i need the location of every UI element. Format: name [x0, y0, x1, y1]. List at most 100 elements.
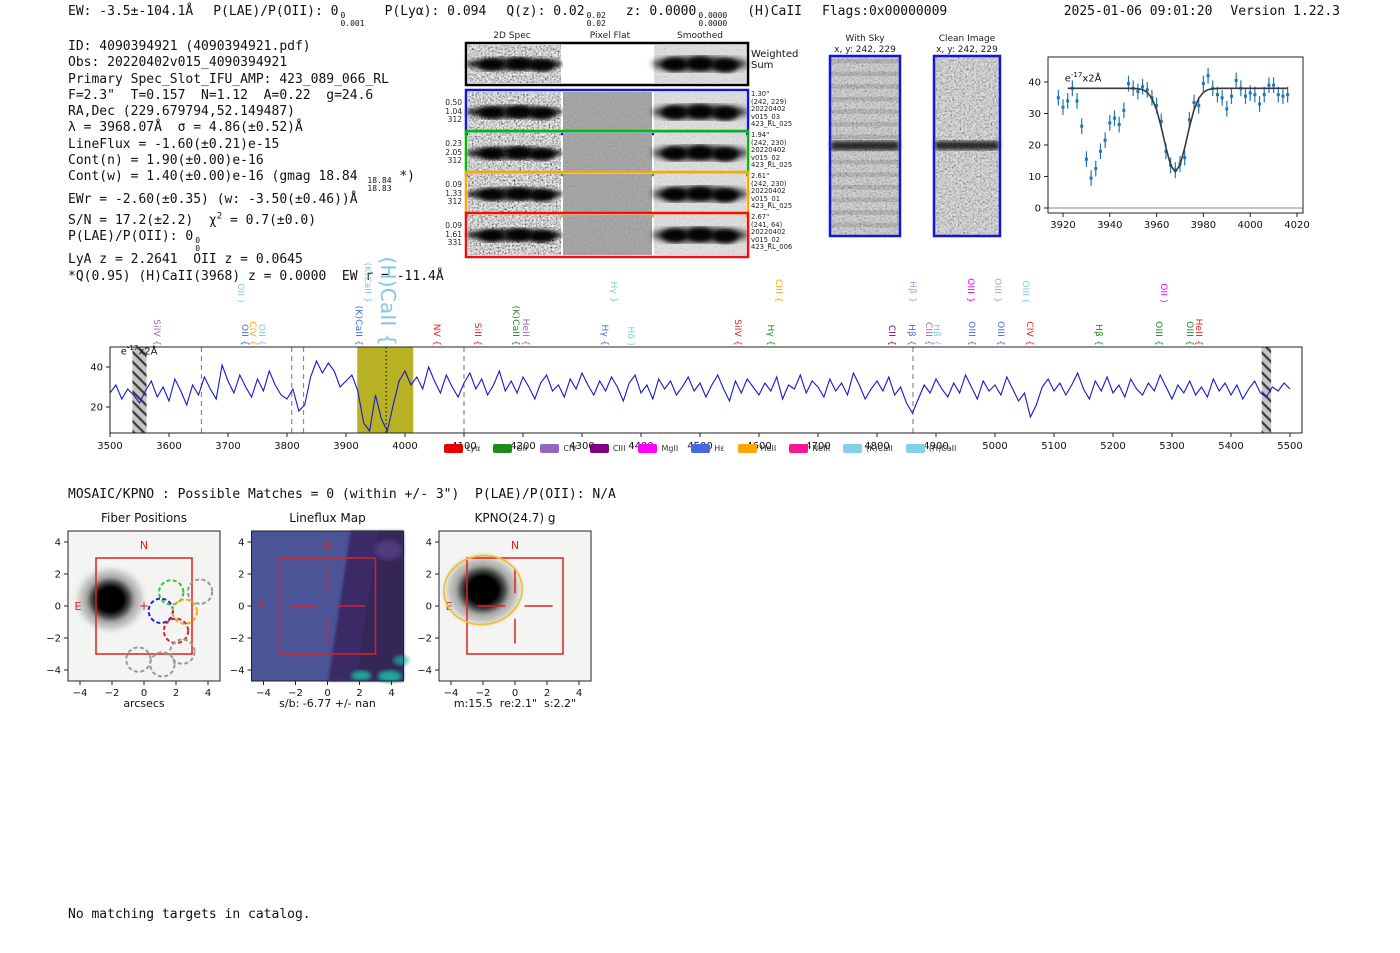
inset-xtick: 3920: [1050, 220, 1075, 231]
legend-swatch: [737, 444, 757, 453]
legend-item-3: CIII: [589, 444, 626, 453]
cutout-column-title-0: 2D Spec: [493, 31, 531, 41]
inset-ytick: 30: [1028, 109, 1041, 120]
info-line-3: Primary Spec_Slot_IFU_AMP: 423_089_066_R…: [68, 72, 444, 88]
spectral-line-label-16: Hγ {: [764, 324, 775, 346]
cutout-row-4: [464, 211, 750, 259]
spectrum-xtick: 3500: [97, 441, 122, 452]
header-seg-6: Flags:0x00000009: [822, 4, 948, 19]
legend-label: (K)CaII: [866, 444, 893, 453]
legend-item-1: OII: [493, 444, 527, 453]
spectrum-ytick: 40: [90, 363, 103, 374]
row-3-right-labels: 2.67" (241, 64) 20220402 v015_02 423_RL_006: [751, 213, 793, 252]
cutout-row-3: [464, 170, 750, 218]
legend-item-4: MgII: [638, 444, 678, 453]
spectrum-ytick: 20: [90, 403, 103, 414]
inset-xtick: 4000: [1237, 220, 1262, 231]
info-line-7: LineFlux = -1.60(±0.21)e-15: [68, 137, 444, 153]
spectral-line-label-19: Hβ {: [905, 324, 916, 346]
legend-item-2: CIV: [540, 444, 577, 453]
inset-ytick: 0: [1035, 204, 1041, 215]
header-seg-0: EW: -3.5±-104.1Å: [68, 4, 194, 19]
timestamp-version: 2025-01-06 09:01:20 Version 1.22.3: [1064, 4, 1340, 19]
info-line-8: Cont(n) = 1.90(±0.00)e-16: [68, 153, 444, 169]
info-line-text-5: RA,Dec (229.679794,52.149487): [68, 104, 295, 120]
fiber-ytick: 0: [55, 602, 61, 613]
spectral-line-label-29: Hβ {: [1092, 324, 1103, 346]
legend-swatch: [789, 444, 809, 453]
lineflux-title: Lineflux Map: [289, 511, 366, 525]
lineflux-east-label: E: [258, 600, 265, 613]
lineflux-ytick: −2: [230, 634, 245, 645]
timestamp: 2025-01-06 09:01:20: [1063, 4, 1213, 19]
kpno-ytick: 2: [426, 570, 432, 581]
spectral-line-label-27: OIII (: [1019, 280, 1030, 303]
legend-item-0: Lyα: [443, 444, 480, 453]
row-0-right-labels: 1.30" (242, 229) 20220402 v015_03 423_RL_025: [751, 90, 793, 129]
legend-swatch: [638, 444, 658, 453]
lineflux-panel: NE−4 −2 0 2 4−4−2024: [230, 530, 410, 699]
info-line-text-11: S/N = 17.2(±2.2) χ2 = 0.7(±0.0): [68, 211, 317, 228]
spectral-line-label-31: OII ): [1158, 283, 1169, 303]
spectral-line-label-5: (K)CaII {: [353, 305, 364, 346]
spectral-line-label-11: HeII {: [520, 318, 531, 346]
cutout-row-1: [464, 88, 750, 136]
info-line-1: ID: 4090394921 (4090394921.pdf): [68, 39, 444, 55]
legend-swatch: [493, 444, 513, 453]
info-line-text-1: ID: 4090394921 (4090394921.pdf): [68, 39, 311, 54]
spectral-line-label-33: HeII {: [1192, 318, 1203, 346]
info-line-9: Cont(w) = 1.40(±0.00)e-16 (gmag 18.84 18…: [68, 169, 444, 192]
header-seg-4: z: 0.0000 0.0000 0.0000: [625, 4, 728, 28]
header-stats: EW: -3.5±-104.1Å P(LAE)/P(OII): 0 0 0.001 P(…: [68, 4, 947, 27]
inset-xtick: 3980: [1191, 220, 1216, 231]
mosaic-match-line: MOSAIC/KPNO : Possible Matches = 0 (with…: [68, 487, 616, 502]
info-line-text-8: Cont(n) = 1.90(±0.00)e-16: [68, 153, 264, 169]
header-seg-3: Q(z): 0.02 0.02 0.02: [506, 4, 606, 28]
row-2-right-labels: 2.61" (242, 230) 20220402 v015_01 423_RL_025: [751, 172, 793, 211]
spectrum-xtick: 3600: [156, 441, 181, 452]
info-line-text-7: LineFlux = -1.60(±0.21)e-15: [68, 136, 280, 152]
legend-item-7: NeIII: [789, 444, 830, 453]
spectral-line-label-32: OIII {: [1183, 321, 1194, 346]
fiber-panel: NE +−4 −2 0 2 4−4−2024: [46, 530, 221, 699]
info-line-5: RA,Dec (229.679794,52.149487): [68, 104, 444, 120]
spectral-line-label-1: OII ): [234, 283, 245, 303]
spectral-line-label-9: SiII {: [471, 322, 482, 346]
lineflux-xlabel: s/b: -6.77 +/- nan: [279, 697, 376, 710]
clean-image: [932, 54, 1002, 238]
fiber-east-label: E: [75, 600, 82, 613]
spectral-line-label-23: OIII }: [964, 278, 975, 303]
spectral-line-label-20: Hβ }: [907, 281, 918, 303]
legend-swatch: [905, 444, 925, 453]
header-seg-5: (H)CaII: [747, 4, 803, 19]
detection-info-block: ID: 4090394921 (4090394921.pdf) Obs: 2022…: [68, 39, 444, 285]
lineflux-ytick: 0: [238, 602, 244, 613]
spectral-line-label-4: OII {: [256, 324, 266, 346]
fiber-center-mark: +: [139, 599, 149, 613]
cutout-column-title-2: Smoothed: [677, 31, 723, 41]
cutout-strip: [464, 41, 1002, 259]
legend-label: Hε: [714, 444, 725, 453]
spectral-line-label-0: SiIV {: [151, 319, 161, 346]
super-sub-stack: 0.0000 0.0000: [698, 11, 728, 28]
info-line-11: S/N = 17.2(±2.2) χ2 = 0.7(±0.0): [68, 209, 444, 230]
cutout-column-title-1: Pixel Flat: [589, 31, 631, 41]
spectral-line-label-10: (K)CaII {: [509, 305, 520, 346]
spectrum-xtick: 3900: [333, 441, 358, 452]
spectral-line-label-14: Hδ ): [625, 326, 636, 346]
cutout-row-0: [464, 41, 750, 87]
spectrum-xtick: 5400: [1218, 441, 1243, 452]
kpno-ytick: −4: [417, 666, 432, 677]
kpno-panel: NE−4 −2 0 2 4−4−2024: [417, 530, 592, 699]
legend-label: CIII: [612, 444, 626, 453]
kpno-north-label: N: [511, 539, 519, 552]
row-2-left-labels: 0.09 1.33 312: [445, 180, 462, 206]
legend-item-8: (K)CaII: [843, 444, 893, 453]
info-line-10: EWr = -2.60(±0.35) (w: -3.50(±0.46))Å: [68, 192, 444, 208]
sky-panels: NE +−4 −2 0 2 4−4−2024 NE−4 −2 0 2 4−4−2024 NE−4 −2 0…: [46, 530, 592, 699]
info-line-6: λ = 3968.07Å σ = 4.86(±0.52)Å: [68, 120, 444, 136]
inset-unit-label: e-17x2Å: [1064, 71, 1102, 85]
inset-xtick: 3940: [1097, 220, 1122, 231]
fiber-ytick: −2: [46, 634, 61, 645]
info-line-text-2: Obs: 20220402v015_4090394921: [68, 55, 288, 71]
